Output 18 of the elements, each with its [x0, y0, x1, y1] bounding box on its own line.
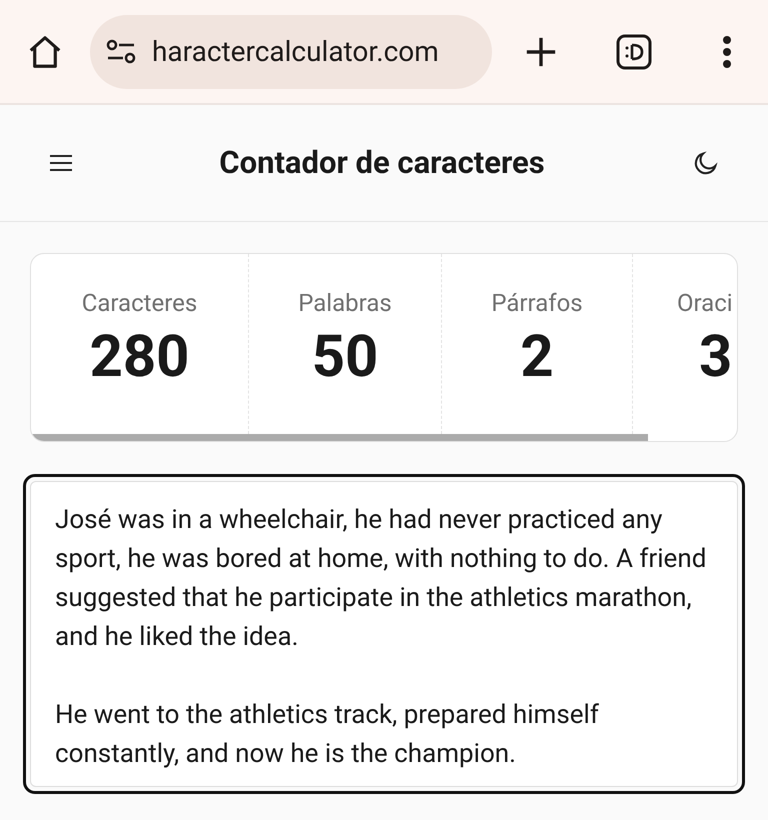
moon-icon[interactable] [692, 149, 720, 177]
stat-value: 280 [90, 325, 190, 389]
more-icon[interactable] [722, 36, 732, 68]
tune-icon[interactable] [106, 38, 136, 64]
stat-value: 3 [699, 325, 732, 389]
stat-label: Caracteres [82, 288, 198, 319]
url-text[interactable]: haractercalculator.com [152, 30, 439, 72]
stat-label: Palabras [298, 288, 392, 319]
address-bar[interactable]: haractercalculator.com [90, 14, 492, 88]
page-title: Contador de caracteres [218, 142, 546, 183]
scrollbar-thumb[interactable] [31, 434, 648, 441]
text-input-field[interactable]: José was in a wheelchair, he had never practiced any sport, he was bored at home, with nothing to do. A friend suggested that he participate in the athletics marathon, and he liked the idea. He went to the athletics track, prepared himself constantly, and now he is the champion. [30, 481, 738, 787]
stat-value: 2 [520, 325, 554, 389]
stat-label: Párrafos [491, 288, 583, 319]
stat-label: Oraci [677, 288, 733, 319]
menu-icon[interactable] [50, 154, 72, 172]
tab-switcher-icon[interactable] [616, 34, 652, 70]
stat-value: 50 [312, 325, 378, 389]
